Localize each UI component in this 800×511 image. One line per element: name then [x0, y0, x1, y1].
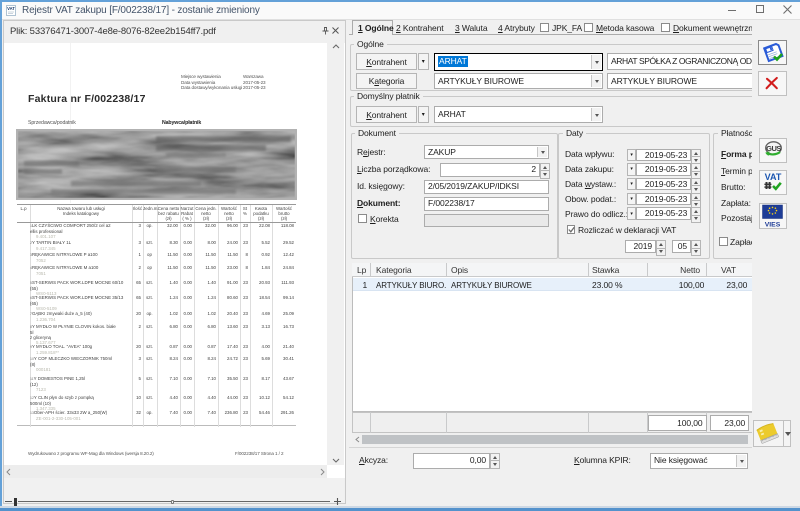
svg-text:VIES: VIES — [765, 222, 781, 229]
svg-text:VAT: VAT — [7, 6, 15, 11]
svg-text:VAT: VAT — [765, 172, 782, 182]
